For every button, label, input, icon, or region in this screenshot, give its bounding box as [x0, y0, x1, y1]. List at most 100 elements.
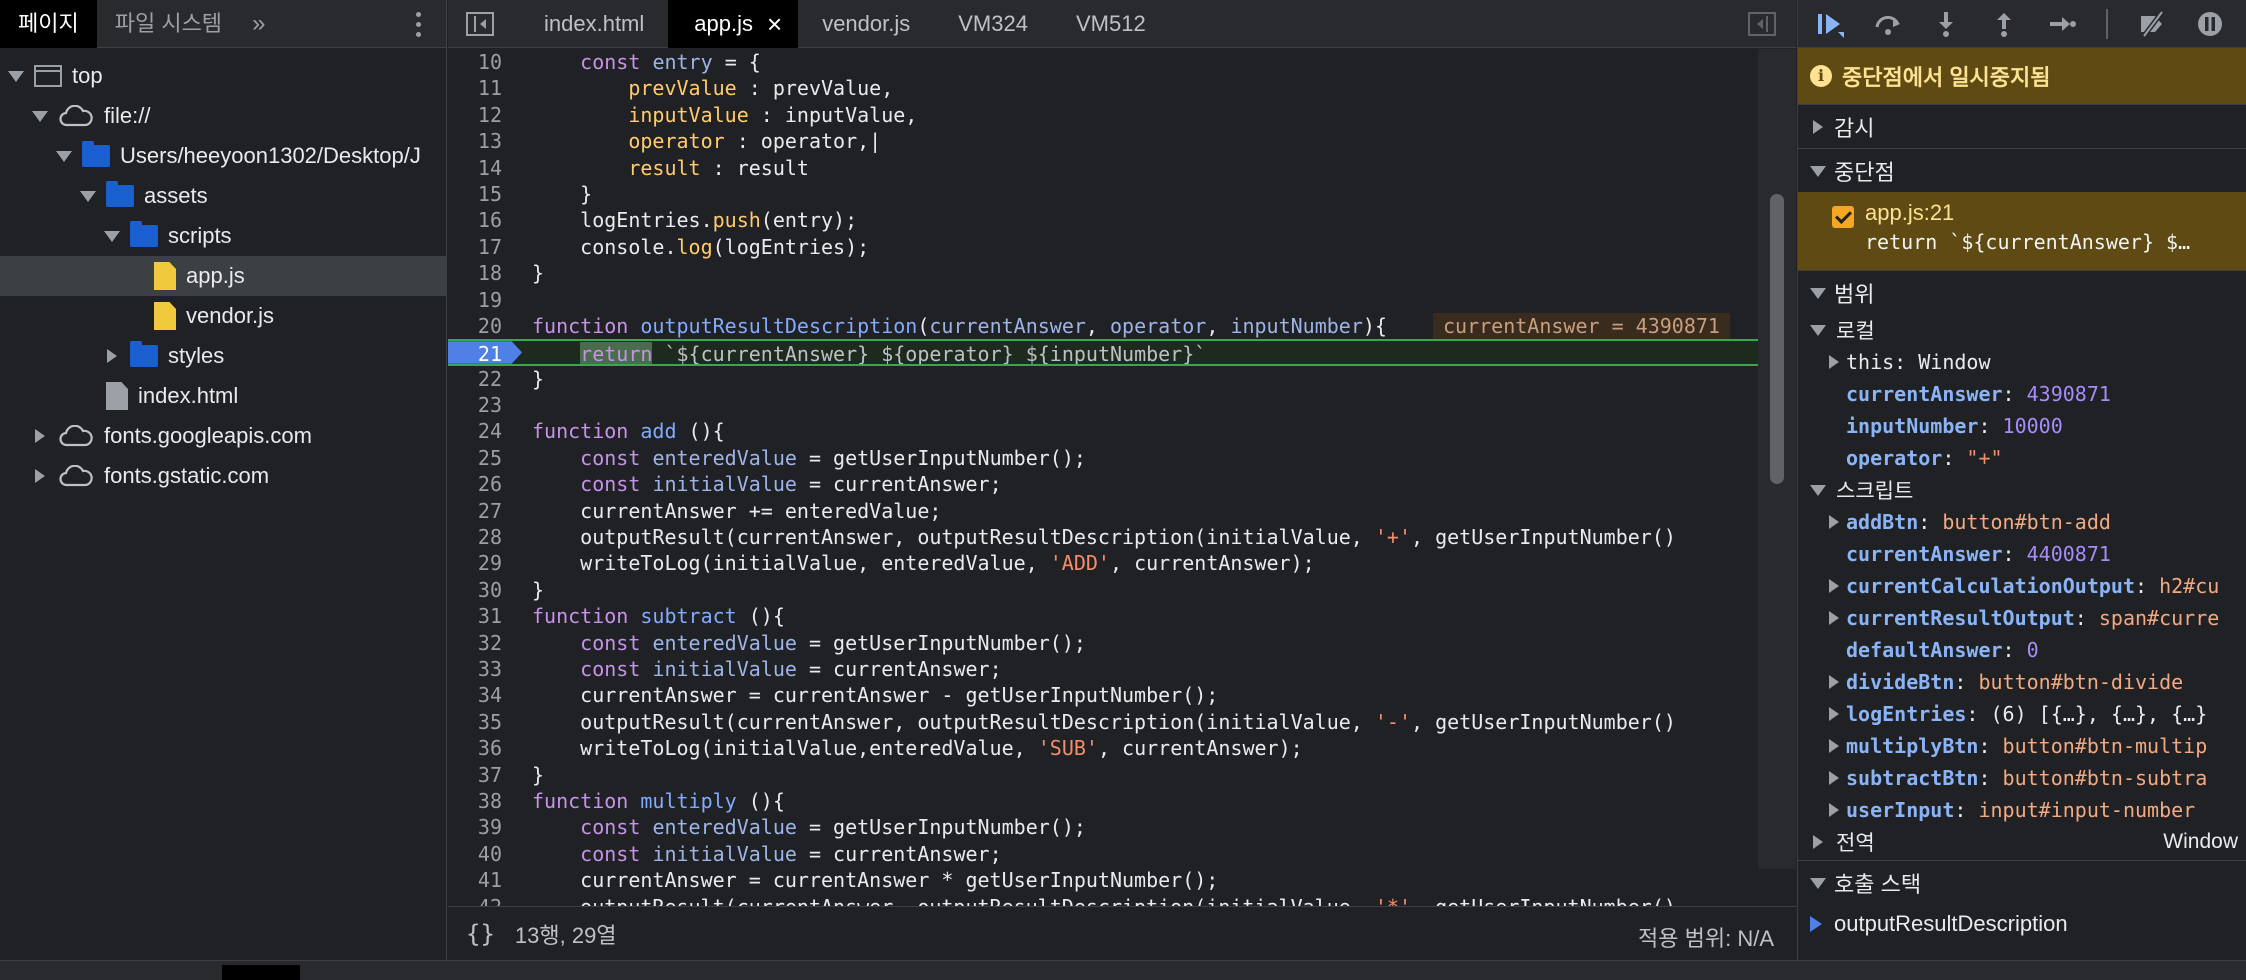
code-line[interactable]: 32 const enteredValue = getUserInputNumb… — [448, 630, 1796, 656]
line-number[interactable]: 38 — [448, 788, 522, 814]
line-number[interactable]: 13 — [448, 128, 522, 154]
tree-item[interactable]: scripts — [0, 216, 446, 256]
line-number[interactable]: 37 — [448, 762, 522, 788]
tree-item[interactable]: Users/heeyoon1302/Desktop/J — [0, 136, 446, 176]
code-line[interactable]: 29 writeToLog(initialValue, enteredValue… — [448, 550, 1796, 576]
code-line[interactable]: 35 outputResult(currentAnswer, outputRes… — [448, 709, 1796, 735]
code-line[interactable]: 13 operator : operator,| — [448, 128, 1796, 154]
tree-item[interactable]: fonts.googleapis.com — [0, 416, 446, 456]
section-watch[interactable]: 감시 — [1798, 104, 2246, 148]
line-number[interactable]: 24 — [448, 418, 522, 444]
collapse-arrow-icon[interactable] — [8, 69, 24, 83]
line-number[interactable]: 33 — [448, 656, 522, 682]
expand-arrow-icon[interactable] — [1826, 355, 1839, 369]
expand-arrow-icon[interactable] — [1826, 675, 1839, 689]
code-line[interactable]: 27 currentAnswer += enteredValue; — [448, 498, 1796, 524]
scope-variable[interactable]: this: Window — [1798, 346, 2246, 378]
code-line[interactable]: 24 function add (){ — [448, 418, 1796, 444]
line-number[interactable]: 17 — [448, 234, 522, 260]
code-line[interactable]: 19 — [448, 287, 1796, 313]
section-callstack[interactable]: 호출 스택 — [1798, 860, 2246, 904]
line-number[interactable]: 28 — [448, 524, 522, 550]
close-icon[interactable]: × — [767, 0, 782, 48]
code-line[interactable]: 21 return `${currentAnswer} ${operator} … — [448, 339, 1796, 366]
code-line[interactable]: 40 const initialValue = currentAnswer; — [448, 841, 1796, 867]
breakpoint-checkbox[interactable] — [1832, 206, 1854, 228]
line-number[interactable]: 23 — [448, 392, 522, 418]
line-number[interactable]: 41 — [448, 867, 522, 893]
tree-item[interactable]: vendor.js — [0, 296, 446, 336]
scope-variable[interactable]: logEntries: (6) [{…}, {…}, {…} — [1798, 698, 2246, 730]
scope-global-header[interactable]: 전역 Window — [1798, 826, 2246, 858]
scope-script-header[interactable]: 스크립트 — [1798, 474, 2246, 506]
kebab-menu-icon[interactable] — [410, 0, 426, 48]
step-icon[interactable] — [2048, 10, 2076, 38]
deactivate-breakpoints-icon[interactable] — [2138, 10, 2166, 38]
expand-arrow-icon[interactable] — [1826, 771, 1839, 785]
tab-index-html[interactable]: index.html — [520, 0, 668, 48]
code-line[interactable]: 34 currentAnswer = currentAnswer - getUs… — [448, 682, 1796, 708]
breakpoint-item[interactable]: app.js:21 return `${currentAnswer} $… — [1798, 192, 2246, 270]
scope-variable[interactable]: currentAnswer: 4400871 — [1798, 538, 2246, 570]
tree-item[interactable]: styles — [0, 336, 446, 376]
line-number[interactable]: 35 — [448, 709, 522, 735]
line-number[interactable]: 29 — [448, 550, 522, 576]
scope-variable[interactable]: currentAnswer: 4390871 — [1798, 378, 2246, 410]
code-line[interactable]: 37} — [448, 762, 1796, 788]
line-number[interactable]: 32 — [448, 630, 522, 656]
tree-item[interactable]: assets — [0, 176, 446, 216]
scrollbar-thumb[interactable] — [1770, 194, 1784, 484]
line-number[interactable]: 40 — [448, 841, 522, 867]
toggle-navigator-icon[interactable] — [466, 11, 494, 36]
code-line[interactable]: 28 outputResult(currentAnswer, outputRes… — [448, 524, 1796, 550]
toggle-debugger-icon[interactable] — [1748, 12, 1776, 36]
code-line[interactable]: 20 function outputResultDescription(curre… — [448, 312, 1796, 339]
code-line[interactable]: 41 currentAnswer = currentAnswer * getUs… — [448, 867, 1796, 893]
scope-variable[interactable]: subtractBtn: button#btn-subtra — [1798, 762, 2246, 794]
line-number[interactable]: 34 — [448, 682, 522, 708]
tab-app-js[interactable]: app.js × — [668, 0, 799, 48]
line-number[interactable]: 10 — [448, 49, 522, 75]
pretty-print-button[interactable]: {} — [466, 920, 495, 948]
expand-arrow-icon[interactable] — [1826, 707, 1839, 721]
more-tabs-icon[interactable]: » — [240, 10, 277, 38]
tree-item[interactable]: fonts.gstatic.com — [0, 456, 446, 496]
code-line[interactable]: 22} — [448, 366, 1796, 392]
line-number[interactable]: 22 — [448, 366, 522, 392]
resume-icon[interactable] — [1816, 10, 1844, 38]
code-line[interactable]: 23 — [448, 392, 1796, 418]
scope-local-header[interactable]: 로컬 — [1798, 314, 2246, 346]
step-over-icon[interactable] — [1874, 10, 1902, 38]
scope-variable[interactable]: divideBtn: button#btn-divide — [1798, 666, 2246, 698]
tree-item[interactable]: app.js — [0, 256, 446, 296]
scope-variable[interactable]: inputNumber: 10000 — [1798, 410, 2246, 442]
scope-variable[interactable]: multiplyBtn: button#btn-multip — [1798, 730, 2246, 762]
line-number[interactable]: 15 — [448, 181, 522, 207]
tab-vendor-js[interactable]: vendor.js — [798, 0, 934, 48]
line-number[interactable]: 18 — [448, 260, 522, 286]
collapse-arrow-icon[interactable] — [80, 189, 96, 203]
section-scope[interactable]: 범위 — [1798, 270, 2246, 314]
expand-arrow-icon[interactable] — [1826, 515, 1839, 529]
code-line[interactable]: 18} — [448, 260, 1796, 286]
expand-arrow-icon[interactable] — [32, 469, 46, 483]
code-line[interactable]: 12 inputValue : inputValue, — [448, 102, 1796, 128]
scope-variable[interactable]: userInput: input#input-number — [1798, 794, 2246, 826]
tab-page[interactable]: 페이지 — [0, 0, 97, 48]
tree-item[interactable]: index.html — [0, 376, 446, 416]
code-line[interactable]: 16 logEntries.push(entry); — [448, 207, 1796, 233]
expand-arrow-icon[interactable] — [104, 349, 118, 363]
code-line[interactable]: 39 const enteredValue = getUserInputNumb… — [448, 814, 1796, 840]
line-number[interactable]: 12 — [448, 102, 522, 128]
scrollbar-track[interactable] — [1758, 49, 1796, 869]
code-line[interactable]: 26 const initialValue = currentAnswer; — [448, 471, 1796, 497]
code-line[interactable]: 25 const enteredValue = getUserInputNumb… — [448, 445, 1796, 471]
code-line[interactable]: 10 const entry = { — [448, 49, 1796, 75]
code-line[interactable]: 17 console.log(logEntries); — [448, 234, 1796, 260]
collapse-arrow-icon[interactable] — [104, 229, 120, 243]
line-number[interactable]: 16 — [448, 207, 522, 233]
expand-arrow-icon[interactable] — [1826, 739, 1839, 753]
line-number[interactable]: 20 — [448, 313, 522, 339]
callstack-frame[interactable]: outputResultDescription — [1798, 904, 2246, 944]
code-line[interactable]: 38 function multiply (){ — [448, 788, 1796, 814]
